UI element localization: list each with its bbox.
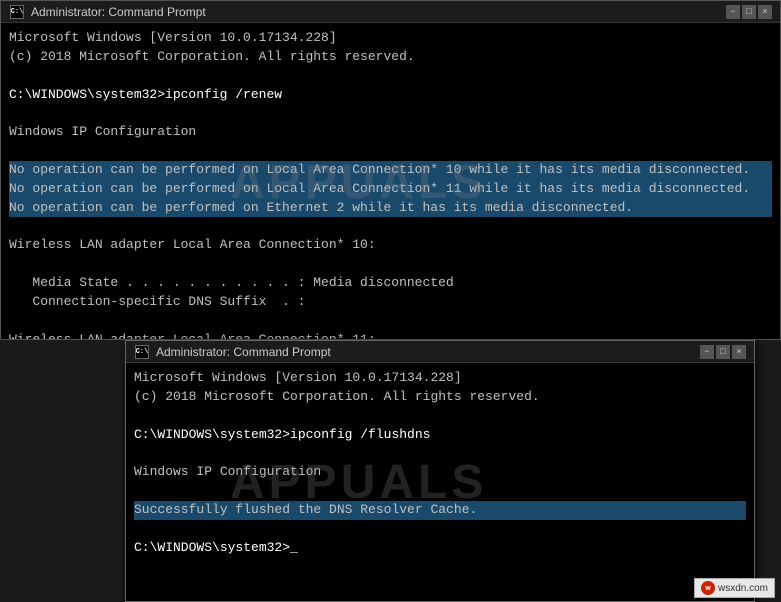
line-3 xyxy=(9,67,772,86)
bottom-line-4: C:\WINDOWS\system32>ipconfig /flushdns xyxy=(134,426,746,445)
bottom-line-6: Windows IP Configuration xyxy=(134,463,746,482)
bottom-window-icon: C:\ xyxy=(134,344,150,360)
line-5 xyxy=(9,104,772,123)
bottom-cmd-window: C:\ Administrator: Command Prompt − □ × … xyxy=(125,340,755,602)
line-7 xyxy=(9,142,772,161)
cmd-logo-icon: C:\ xyxy=(10,5,24,19)
bottom-window-title: Administrator: Command Prompt xyxy=(156,345,694,359)
top-window-icon: C:\ xyxy=(9,4,25,20)
bottom-close-button[interactable]: × xyxy=(732,345,746,359)
line-9: No operation can be performed on Local A… xyxy=(9,180,772,199)
bottom-line-9 xyxy=(134,520,746,539)
line-14: Media State . . . . . . . . . . . : Medi… xyxy=(9,274,772,293)
bottom-line-10: C:\WINDOWS\system32>_ xyxy=(134,539,746,558)
wsxdn-logo-icon: w xyxy=(701,581,715,595)
top-cmd-content: Microsoft Windows [Version 10.0.17134.22… xyxy=(1,23,780,339)
bottom-title-bar: C:\ Administrator: Command Prompt − □ × xyxy=(126,341,754,363)
line-16 xyxy=(9,312,772,331)
line-6: Windows IP Configuration xyxy=(9,123,772,142)
line-4: C:\WINDOWS\system32>ipconfig /renew xyxy=(9,86,772,105)
top-window-controls: − □ × xyxy=(726,5,772,19)
top-title-bar: C:\ Administrator: Command Prompt − □ × xyxy=(1,1,780,23)
maximize-button[interactable]: □ xyxy=(742,5,756,19)
bottom-cmd-content: Microsoft Windows [Version 10.0.17134.22… xyxy=(126,363,754,601)
bottom-line-2: (c) 2018 Microsoft Corporation. All righ… xyxy=(134,388,746,407)
minimize-button[interactable]: − xyxy=(726,5,740,19)
top-cmd-window: C:\ Administrator: Command Prompt − □ × … xyxy=(0,0,781,340)
line-12: Wireless LAN adapter Local Area Connecti… xyxy=(9,236,772,255)
wsxdn-url: wsxdn.com xyxy=(718,583,768,594)
bottom-line-8: Successfully flushed the DNS Resolver Ca… xyxy=(134,501,746,520)
bottom-maximize-button[interactable]: □ xyxy=(716,345,730,359)
close-button[interactable]: × xyxy=(758,5,772,19)
bottom-cmd-logo-icon: C:\ xyxy=(135,345,149,359)
bottom-line-3 xyxy=(134,407,746,426)
line-2: (c) 2018 Microsoft Corporation. All righ… xyxy=(9,48,772,67)
bottom-line-5 xyxy=(134,444,746,463)
bottom-minimize-button[interactable]: − xyxy=(700,345,714,359)
line-13 xyxy=(9,255,772,274)
bottom-line-1: Microsoft Windows [Version 10.0.17134.22… xyxy=(134,369,746,388)
line-17: Wireless LAN adapter Local Area Connecti… xyxy=(9,331,772,340)
bottom-line-7 xyxy=(134,482,746,501)
line-8: No operation can be performed on Local A… xyxy=(9,161,772,180)
top-window-title: Administrator: Command Prompt xyxy=(31,5,720,19)
line-15: Connection-specific DNS Suffix . : xyxy=(9,293,772,312)
bottom-window-controls: − □ × xyxy=(700,345,746,359)
line-10: No operation can be performed on Etherne… xyxy=(9,199,772,218)
wsxdn-badge: w wsxdn.com xyxy=(694,578,775,598)
line-11 xyxy=(9,217,772,236)
line-1: Microsoft Windows [Version 10.0.17134.22… xyxy=(9,29,772,48)
